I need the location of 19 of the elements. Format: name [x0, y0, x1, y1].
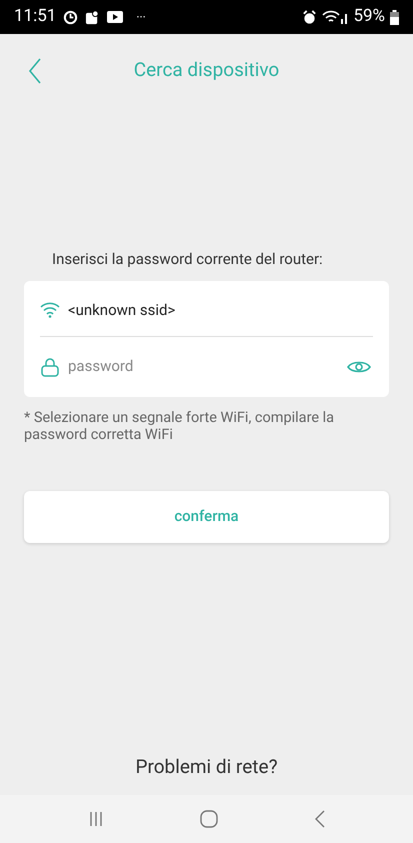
hint-text: * Selezionare un segnale forte WiFi, compilare la password corretta WiFi: [24, 408, 336, 442]
instruction-text: Inserisci la password corrente del router:: [52, 249, 324, 270]
clock-icon: [63, 10, 78, 24]
home-icon[interactable]: [198, 809, 218, 829]
back-icon[interactable]: [314, 810, 326, 828]
network-problems-link[interactable]: Problemi di rete?: [135, 752, 278, 781]
page-title: Cerca dispositivo: [134, 56, 280, 83]
wifi-icon: [40, 302, 60, 318]
video-icon: [107, 11, 124, 23]
alarm-icon: [302, 10, 318, 24]
recent-apps-icon[interactable]: [88, 811, 104, 827]
battery-percent: 59%: [353, 5, 385, 28]
status-time: 11:51: [14, 5, 56, 28]
overflow-indicator: ···: [136, 9, 146, 26]
battery-icon: [390, 10, 399, 24]
password-field[interactable]: password: [68, 355, 337, 378]
wifi-signal-icon: [322, 10, 348, 24]
lock-icon: [40, 356, 60, 376]
network-name: <unknown ssid>: [68, 300, 176, 321]
